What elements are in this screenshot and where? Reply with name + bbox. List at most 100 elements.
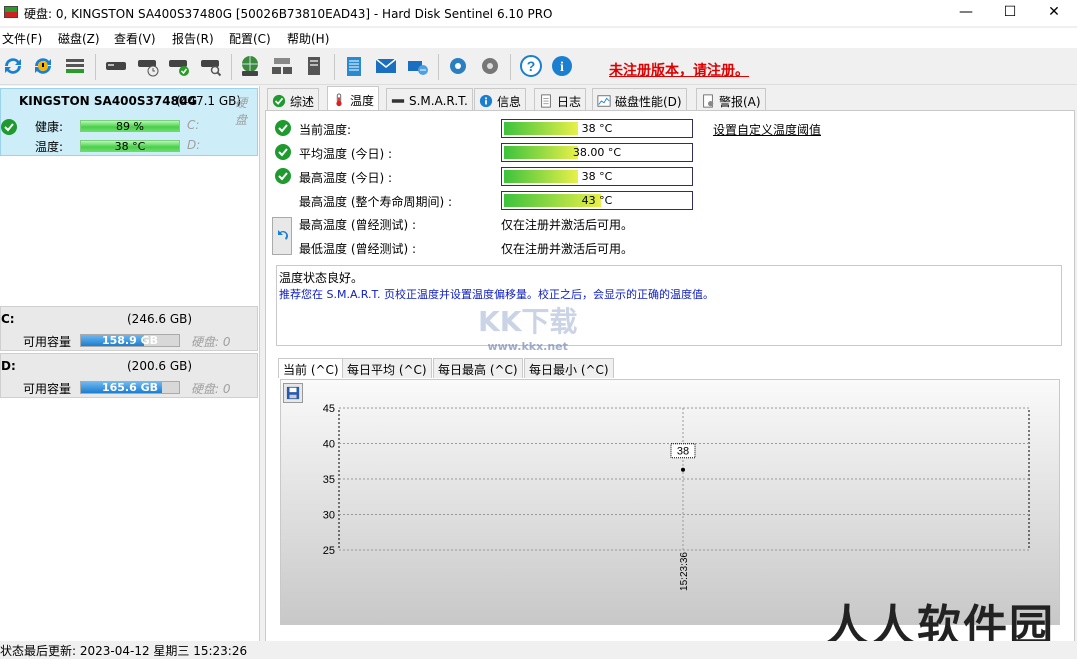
undo-icon — [278, 230, 288, 240]
health-label: 健康: — [35, 120, 64, 134]
avg-temp-value: 38.00 °C — [572, 146, 622, 159]
menu-view[interactable]: 查看(V) — [114, 30, 156, 47]
temp-bar: 38 °C — [80, 140, 180, 153]
mail-icon[interactable] — [373, 53, 399, 79]
tab-label: 磁盘性能(D) — [615, 94, 682, 109]
menu-config[interactable]: 配置(C) — [229, 30, 271, 47]
svg-text:i: i — [560, 60, 564, 75]
tab-performance[interactable]: 磁盘性能(D) — [592, 88, 687, 110]
disk-list-icon[interactable] — [62, 53, 88, 79]
current-temp-bar: 38 °C — [501, 119, 693, 138]
custom-threshold-link[interactable]: 设置自定义温度阈值 — [713, 121, 821, 138]
tab-temperature[interactable]: 温度 — [327, 86, 380, 110]
y-tick-label: 35 — [323, 474, 335, 486]
tab-info[interactable]: 信息 — [474, 88, 527, 110]
unregistered-link[interactable]: 未注册版本，请注册。 — [609, 60, 749, 80]
refresh-icon[interactable] — [0, 53, 26, 79]
thermometer-icon — [336, 93, 342, 107]
info-icon — [479, 94, 493, 108]
send-icon[interactable] — [405, 53, 431, 79]
data-label: 38 — [677, 446, 689, 458]
current-temp-value: 38 °C — [581, 122, 613, 135]
volume-c[interactable]: C: (246.6 GB) 可用容量 158.9 GB 硬盘: 0 — [0, 306, 258, 351]
disk-icon[interactable] — [103, 53, 129, 79]
toolbar-separator — [95, 54, 96, 80]
notepad-icon[interactable] — [341, 53, 367, 79]
minimize-button[interactable]: — — [943, 0, 989, 26]
max-tested-value: 仅在注册并激活后可用。 — [501, 218, 634, 232]
reset-button[interactable] — [272, 217, 292, 255]
max-lifetime-label: 最高温度 (整个寿命周期间) : — [299, 195, 453, 209]
status-bar: 状态最后更新: 2023-04-12 星期三 15:23:26 — [0, 641, 1077, 658]
max-today-bar: 38 °C — [501, 167, 693, 186]
volume-d[interactable]: D: (200.6 GB) 可用容量 165.6 GB 硬盘: 0 — [0, 353, 258, 398]
temp-drive: D: — [187, 138, 201, 152]
menu-file[interactable]: 文件(F) — [2, 30, 42, 47]
max-lifetime-value: 43 °C — [581, 194, 613, 207]
info-icon[interactable]: i — [549, 53, 575, 79]
y-tick-label: 30 — [323, 510, 335, 522]
tab-label: S.M.A.R.T. — [409, 94, 468, 108]
tab-label: 信息 — [497, 94, 522, 109]
temp-label: 温度: — [35, 140, 64, 154]
min-tested-value: 仅在注册并激活后可用。 — [501, 242, 634, 256]
maximize-button[interactable]: ☐ — [987, 0, 1033, 26]
server-icon[interactable] — [301, 53, 327, 79]
close-button[interactable]: ✕ — [1031, 0, 1077, 26]
menu-bar: 文件(F) 磁盘(Z) 查看(V) 报告(R) 配置(C) 帮助(H) — [0, 28, 1077, 48]
title-bar: 硬盘: 0, KINGSTON SA400S37480G [50026B7381… — [0, 0, 1077, 26]
chart-tab-daily-min[interactable]: 每日最小 (^C) — [524, 358, 614, 378]
chart-tab-daily-avg[interactable]: 每日平均 (^C) — [342, 358, 432, 378]
free-space-bar: 158.9 GB — [80, 334, 180, 347]
disk-size: (447.1 GB) — [176, 94, 242, 108]
avg-temp-label: 平均温度 (今日) : — [299, 147, 393, 161]
disk-icon — [391, 99, 405, 103]
y-tick-label: 45 — [323, 403, 335, 415]
menu-help[interactable]: 帮助(H) — [287, 30, 329, 47]
watermark-kk-text: KK下载 — [478, 305, 578, 338]
status-line-1: 温度状态良好。 — [279, 271, 364, 285]
free-value: 165.6 GB — [101, 381, 159, 394]
max-tested-label: 最高温度 (曾经测试) : — [299, 218, 417, 232]
tools-icon[interactable] — [477, 53, 503, 79]
toolbar-separator — [231, 54, 232, 80]
menu-report[interactable]: 报告(R) — [172, 30, 214, 47]
disk-clock-icon[interactable] — [135, 53, 161, 79]
min-tested-label: 最低温度 (曾经测试) : — [299, 242, 417, 256]
network-disk-icon[interactable] — [269, 53, 295, 79]
chart-tab-current[interactable]: 当前 (^C) — [278, 358, 344, 378]
disk-card[interactable]: KINGSTON SA400S37480G (447.1 GB) 硬盘 健康: … — [0, 88, 258, 156]
free-value: 158.9 GB — [101, 334, 159, 347]
help-icon[interactable]: ? — [518, 53, 544, 79]
x-tick-label: 15:23:36 — [679, 552, 690, 591]
tab-bar: 综述 温度 S.M.A.R.T. 信息 日志 磁盘性能(D) 警报(A) — [265, 86, 1075, 110]
tab-log[interactable]: 日志 — [534, 88, 587, 110]
disk-search-icon[interactable] — [198, 53, 224, 79]
check-icon — [272, 94, 286, 108]
tab-overview[interactable]: 综述 — [267, 88, 320, 110]
tab-smart[interactable]: S.M.A.R.T. — [386, 88, 473, 110]
menu-disk[interactable]: 磁盘(Z) — [58, 30, 100, 47]
data-point — [681, 467, 685, 472]
settings-icon[interactable] — [445, 53, 471, 79]
volume-total: (200.6 GB) — [127, 359, 193, 373]
max-lifetime-bar: 43 °C — [501, 191, 693, 210]
tab-alerts[interactable]: 警报(A) — [696, 88, 766, 110]
avg-temp-bar: 38.00 °C — [501, 143, 693, 162]
disk-check-icon[interactable] — [166, 53, 192, 79]
health-drive: C: — [187, 118, 200, 132]
refresh-warning-icon[interactable] — [30, 53, 56, 79]
health-bar: 89 % — [80, 120, 180, 133]
globe-disk-icon[interactable] — [237, 53, 263, 79]
volume-disk: 硬盘: 0 — [191, 335, 231, 349]
y-tick-label: 25 — [323, 545, 335, 557]
free-space-bar: 165.6 GB — [80, 381, 180, 394]
app-icon — [4, 6, 18, 18]
watermark-kk: KK下载 www.kkx.net — [478, 300, 577, 353]
volume-total: (246.6 GB) — [127, 312, 193, 326]
health-check-icon — [1, 119, 17, 135]
tab-label: 日志 — [557, 94, 582, 109]
chart-tab-daily-max[interactable]: 每日最高 (^C) — [433, 358, 523, 378]
tab-label: 温度 — [350, 93, 375, 108]
toolbar-separator — [510, 54, 511, 80]
